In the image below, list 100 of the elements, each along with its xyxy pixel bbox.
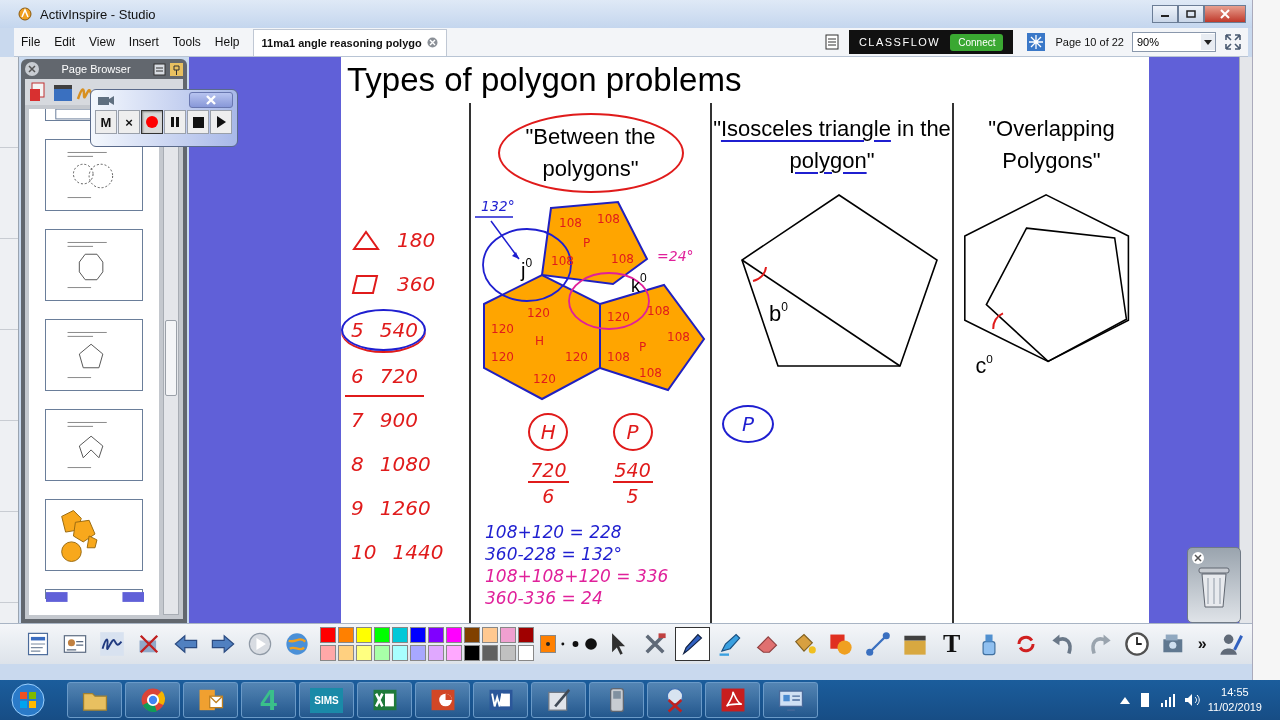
- color-swatch[interactable]: [464, 645, 481, 661]
- signal-icon[interactable]: [1159, 693, 1176, 707]
- color-swatch[interactable]: [374, 645, 391, 661]
- taskbar-app[interactable]: [357, 682, 412, 718]
- pin-icon[interactable]: [170, 62, 183, 76]
- close-button[interactable]: [189, 92, 233, 108]
- taskbar-app[interactable]: [473, 682, 528, 718]
- angle-note: 132°: [480, 198, 515, 214]
- angle-label: 108: [646, 304, 670, 318]
- angle-label: 120: [526, 306, 550, 320]
- angle-label: 108: [666, 330, 690, 344]
- record-button[interactable]: [141, 110, 163, 134]
- taskbar-app[interactable]: [183, 682, 238, 718]
- recorder-button[interactable]: ×: [118, 110, 140, 134]
- taskbar-app[interactable]: [415, 682, 470, 718]
- taskbar-app[interactable]: [67, 682, 122, 718]
- close-button[interactable]: [1204, 5, 1246, 23]
- clock-date: 11/02/2019: [1207, 700, 1262, 715]
- taskbar-app[interactable]: [125, 682, 180, 718]
- color-swatch[interactable]: [356, 645, 373, 661]
- angle-label: 120: [606, 310, 630, 324]
- angle-label: 120: [564, 350, 588, 364]
- taskbar-app[interactable]: [589, 682, 644, 718]
- menu-item[interactable]: File: [14, 35, 48, 49]
- color-swatch[interactable]: [500, 627, 517, 643]
- current-color[interactable]: [540, 635, 556, 653]
- pause-icon[interactable]: [170, 116, 180, 128]
- page-thumbnail[interactable]: [45, 139, 143, 211]
- page-thumbnail[interactable]: [45, 409, 143, 481]
- play-icon[interactable]: [216, 116, 226, 128]
- close-icon[interactable]: [426, 37, 438, 48]
- circled-letter: H: [528, 413, 569, 451]
- color-swatch[interactable]: [410, 645, 427, 661]
- tab-title[interactable]: 11ma1 angle reasoning polygo: [261, 36, 422, 49]
- maximize-button[interactable]: [1178, 5, 1204, 23]
- taskbar-app[interactable]: [705, 682, 760, 718]
- logo-text: CLASSFLOW: [858, 36, 941, 48]
- color-swatch[interactable]: [464, 627, 481, 643]
- color-swatch[interactable]: [500, 645, 517, 661]
- snowflake-icon[interactable]: [1027, 33, 1046, 51]
- angle-label: 120: [490, 322, 514, 336]
- minimize-button[interactable]: [1152, 5, 1178, 23]
- page-thumbnail[interactable]: [45, 499, 143, 571]
- angle-label: 108: [610, 252, 634, 266]
- calendar-icon[interactable]: [153, 62, 166, 76]
- text-tool[interactable]: T: [934, 627, 970, 661]
- recorder-button[interactable]: M: [95, 110, 117, 134]
- angle-sum: 900: [379, 408, 418, 432]
- color-swatch[interactable]: [482, 645, 499, 661]
- menu-item[interactable]: Tools: [165, 35, 208, 49]
- color-swatch[interactable]: [338, 627, 355, 643]
- angle-sum: 540: [379, 318, 418, 342]
- color-swatch[interactable]: [518, 627, 535, 643]
- taskbar-app[interactable]: [531, 682, 586, 718]
- color-swatch[interactable]: [338, 645, 355, 661]
- color-swatch[interactable]: [392, 627, 409, 643]
- volume-icon[interactable]: [1183, 693, 1200, 707]
- taskbar-app[interactable]: [647, 682, 702, 718]
- panel-title: Page Browser: [60, 63, 132, 75]
- caret-icon[interactable]: [1204, 39, 1212, 45]
- angle-label: P: [582, 236, 590, 250]
- fullscreen-icon[interactable]: [1224, 33, 1242, 51]
- circled-letter: P: [722, 405, 774, 443]
- color-swatch[interactable]: [518, 645, 535, 661]
- working-line: 360-228 = 132°: [485, 543, 624, 565]
- color-swatch[interactable]: [428, 645, 445, 661]
- trash-icon[interactable]: [1196, 564, 1232, 610]
- more-button[interactable]: »: [1193, 627, 1212, 661]
- stop-icon[interactable]: [192, 116, 204, 128]
- play-button[interactable]: [210, 110, 232, 134]
- stop-button[interactable]: [187, 110, 209, 134]
- color-swatch[interactable]: [356, 627, 373, 643]
- page-thumbnail[interactable]: [45, 229, 143, 301]
- color-swatch[interactable]: [446, 645, 463, 661]
- menu-item[interactable]: View: [82, 35, 122, 49]
- pause-button[interactable]: [164, 110, 186, 134]
- color-swatch[interactable]: [482, 627, 499, 643]
- show-hidden-icon[interactable]: [1119, 696, 1130, 704]
- angle-sum: 360: [397, 272, 436, 296]
- color-swatch[interactable]: [446, 627, 463, 643]
- menu-item[interactable]: Insert: [121, 35, 166, 49]
- maximize-icon[interactable]: [1186, 10, 1196, 18]
- color-swatch[interactable]: [320, 645, 337, 661]
- color-swatch[interactable]: [428, 627, 445, 643]
- color-swatch[interactable]: [320, 627, 337, 643]
- taskbar-app[interactable]: SIMS: [299, 682, 354, 718]
- angle-sum: 1260: [379, 496, 431, 520]
- page-thumbnail[interactable]: [45, 589, 143, 599]
- taskbar-app[interactable]: [763, 682, 818, 718]
- color-swatch[interactable]: [392, 645, 409, 661]
- zoom-dropdown[interactable]: 90%: [1132, 32, 1216, 52]
- menu-item[interactable]: Help: [207, 35, 247, 49]
- angle-label: c$^{0}$: [975, 352, 993, 379]
- notes-icon[interactable]: [824, 34, 839, 50]
- page-thumbnail[interactable]: [45, 319, 143, 391]
- document-tab[interactable]: 11ma1 angle reasoning polygo: [252, 28, 447, 56]
- color-swatch[interactable]: [410, 627, 427, 643]
- menu-item[interactable]: Edit: [47, 35, 83, 49]
- color-swatch[interactable]: [374, 627, 391, 643]
- scrollbar[interactable]: [1239, 57, 1252, 623]
